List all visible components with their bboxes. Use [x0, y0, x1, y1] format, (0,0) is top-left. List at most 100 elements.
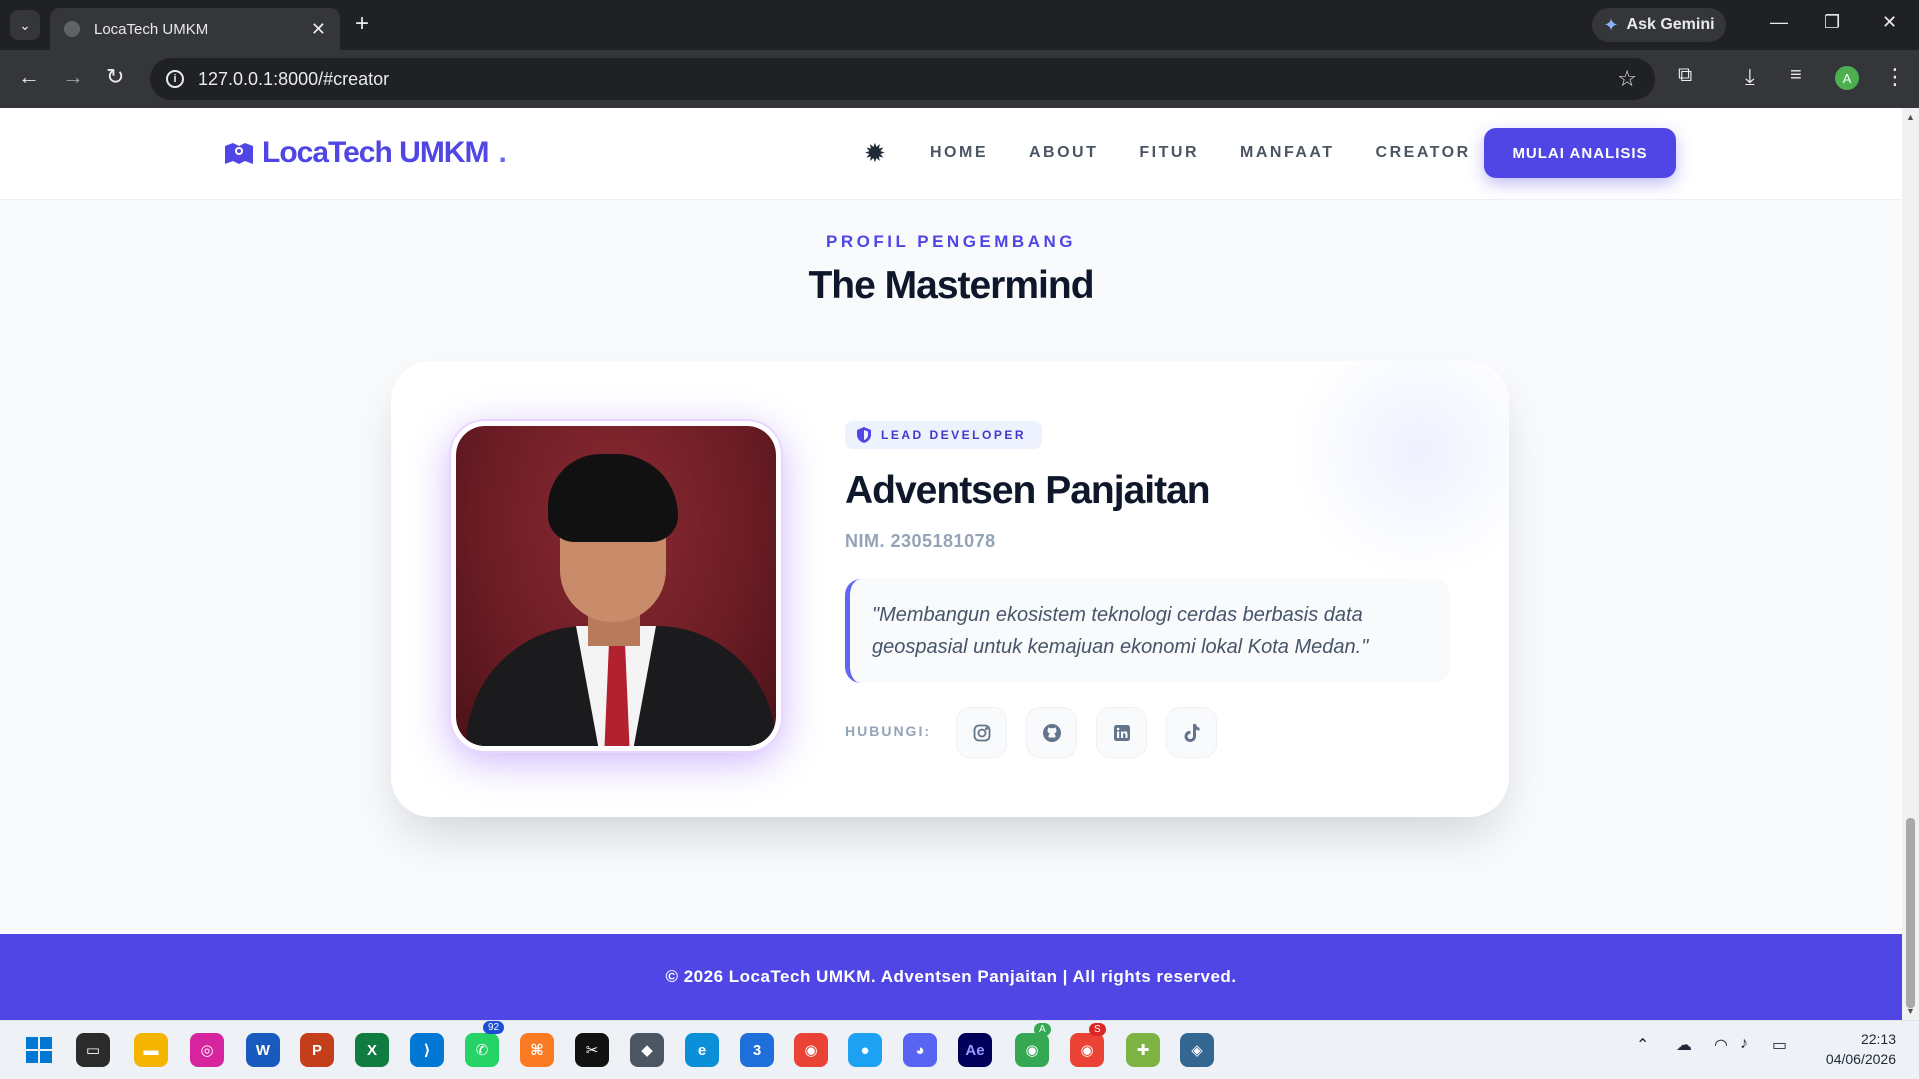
footer-copyright: © 2026 LocaTech UMKM. Adventsen Panjaita… — [665, 967, 1237, 986]
edge-icon[interactable]: e — [685, 1033, 719, 1067]
close-tab-icon[interactable]: ✕ — [311, 19, 326, 40]
url-text: 127.0.0.1:8000/#creator — [198, 68, 390, 89]
app-blue-icon[interactable]: ● — [848, 1033, 882, 1067]
after-effects-icon[interactable]: Ae — [958, 1033, 992, 1067]
excel-icon[interactable]: X — [355, 1033, 389, 1067]
chrome-profile-s-icon[interactable]: ◉ — [1070, 1033, 1104, 1067]
scroll-down-arrow-icon[interactable]: ▼ — [1906, 1006, 1915, 1016]
logo-text: LocaTech UMKM — [262, 136, 489, 169]
profile-photo — [456, 426, 776, 746]
bookmark-star-icon[interactable]: ☆ — [1617, 66, 1637, 92]
contact-label: HUBUNGI: — [845, 723, 931, 739]
nav-menu: HOME ABOUT FITUR MANFAAT CREATOR — [930, 144, 1471, 162]
student-id: NIM. 2305181078 — [845, 531, 996, 551]
creator-profile-card: LEAD DEVELOPER Adventsen Panjaitan NIM. … — [391, 361, 1509, 817]
section-eyebrow: PROFIL PENGEMBANG — [826, 232, 1076, 251]
role-label: LEAD DEVELOPER — [881, 428, 1027, 442]
globe-icon — [64, 21, 80, 37]
github-link[interactable] — [1026, 707, 1077, 758]
instagram-link[interactable] — [956, 707, 1007, 758]
wifi-icon[interactable]: ◠ — [1714, 1035, 1728, 1055]
onedrive-cloud-icon[interactable]: ☁ — [1676, 1035, 1692, 1055]
role-badge: LEAD DEVELOPER — [845, 421, 1043, 449]
tab-title: LocaTech UMKM — [94, 20, 209, 38]
decorative-blob — [1289, 361, 1509, 581]
instagram-icon — [973, 724, 990, 741]
ask-gemini-button[interactable]: ✦ Ask Gemini — [1592, 8, 1726, 42]
shield-icon — [857, 427, 871, 443]
unity-icon[interactable]: ◆ — [630, 1033, 664, 1067]
vscode-icon[interactable]: ⟩ — [410, 1033, 444, 1067]
css3-icon[interactable]: 3 — [740, 1033, 774, 1067]
tab-search-chevron-icon[interactable]: ⌄ — [10, 10, 40, 40]
profile-photo-frame — [451, 421, 781, 751]
task-view-icon[interactable]: ▭ — [76, 1033, 110, 1067]
download-icon[interactable]: ⤓ — [1745, 64, 1755, 90]
start-windows-icon[interactable] — [22, 1033, 56, 1067]
profile-avatar[interactable]: A — [1835, 66, 1859, 90]
chrome-icon[interactable]: ◉ — [794, 1033, 828, 1067]
nav-home[interactable]: HOME — [930, 144, 988, 162]
close-window-icon[interactable]: ✕ — [1882, 12, 1897, 33]
capcut-icon[interactable]: ✂ — [575, 1033, 609, 1067]
forward-icon[interactable]: → — [62, 64, 84, 90]
postgresql-icon[interactable]: ◈ — [1180, 1033, 1214, 1067]
xampp-icon[interactable]: ⌘ — [520, 1033, 554, 1067]
site-navbar: LocaTech UMKM . ✹ HOME ABOUT FITUR MANFA… — [0, 108, 1902, 200]
ask-gemini-label: Ask Gemini — [1626, 16, 1715, 33]
scrollbar-thumb[interactable] — [1906, 818, 1915, 1008]
clock-time: 22:13 — [1860, 1031, 1896, 1047]
whatsapp-icon[interactable]: ✆ — [465, 1033, 499, 1067]
minimize-icon[interactable]: — — [1770, 12, 1788, 33]
volume-icon[interactable]: ♪ — [1740, 1035, 1748, 1053]
site-footer: © 2026 LocaTech UMKM. Adventsen Panjaita… — [0, 934, 1902, 1020]
nav-creator[interactable]: CREATOR — [1376, 144, 1471, 162]
nav-about[interactable]: ABOUT — [1029, 144, 1098, 162]
page-scrollbar[interactable]: ▲ ▼ — [1902, 108, 1919, 1020]
nav-fitur[interactable]: FITUR — [1139, 144, 1199, 162]
file-explorer-icon[interactable]: ▬ — [134, 1033, 168, 1067]
browser-tab[interactable]: LocaTech UMKM ✕ — [50, 8, 340, 50]
battery-icon[interactable]: ▭ — [1772, 1035, 1787, 1055]
tray-overflow-chevron-icon[interactable]: ⌃ — [1636, 1035, 1649, 1055]
site-logo[interactable]: LocaTech UMKM . — [224, 136, 507, 170]
linkedin-link[interactable] — [1096, 707, 1147, 758]
theme-toggle-sun-icon[interactable]: ✹ — [864, 138, 886, 169]
discord-icon[interactable]: ◕ — [903, 1033, 937, 1067]
address-bar[interactable]: i 127.0.0.1:8000/#creator ☆ — [150, 58, 1655, 100]
scroll-up-arrow-icon[interactable]: ▲ — [1906, 112, 1915, 122]
word-icon[interactable]: W — [246, 1033, 280, 1067]
extensions-icon[interactable]: ⧉ — [1678, 64, 1692, 87]
browser-tab-bar: ⌄ LocaTech UMKM ✕ + ✦ Ask Gemini — ❐ ✕ — [0, 0, 1919, 50]
new-tab-icon[interactable]: + — [355, 10, 369, 38]
map-icon — [225, 143, 253, 164]
restore-icon[interactable]: ❐ — [1824, 12, 1840, 33]
instagram-app-icon[interactable]: ◎ — [190, 1033, 224, 1067]
menu-kebab-icon[interactable]: ⋮ — [1884, 64, 1906, 90]
chrome-profile-s-badge: S — [1089, 1023, 1106, 1036]
reload-icon[interactable]: ↻ — [106, 64, 124, 90]
nav-manfaat[interactable]: MANFAAT — [1240, 144, 1335, 162]
whatsapp-badge: 92 — [483, 1021, 505, 1034]
powerpoint-icon[interactable]: P — [300, 1033, 334, 1067]
chrome-profile-a-badge: A — [1034, 1023, 1051, 1036]
windows-taskbar: ▭ ▬ ◎ W P X ⟩ ✆ 92 ⌘ ✂ ◆ e 3 ◉ ● ◕ Ae ◉ … — [0, 1020, 1919, 1079]
system-clock[interactable]: 22:13 04/06/2026 — [1816, 1029, 1896, 1069]
clock-date: 04/06/2026 — [1825, 1051, 1896, 1067]
gemini-sparkle-icon: ✦ — [1603, 14, 1619, 35]
geo-app-icon[interactable]: ✚ — [1126, 1033, 1160, 1067]
linkedin-icon — [1113, 724, 1130, 741]
github-icon — [1042, 723, 1061, 742]
developer-name: Adventsen Panjaitan — [845, 469, 1211, 512]
logo-dot: . — [498, 136, 506, 169]
section-title: The Mastermind — [808, 264, 1094, 307]
tiktok-icon — [1184, 723, 1199, 742]
chrome-profile-a-icon[interactable]: ◉ — [1015, 1033, 1049, 1067]
media-control-icon[interactable]: ≡ — [1790, 64, 1802, 87]
site-info-icon[interactable]: i — [166, 70, 184, 88]
start-analysis-button[interactable]: MULAI ANALISIS — [1484, 128, 1676, 178]
social-links — [956, 707, 1217, 758]
tiktok-link[interactable] — [1166, 707, 1217, 758]
windows-logo-icon — [26, 1037, 52, 1063]
back-icon[interactable]: ← — [18, 64, 40, 90]
